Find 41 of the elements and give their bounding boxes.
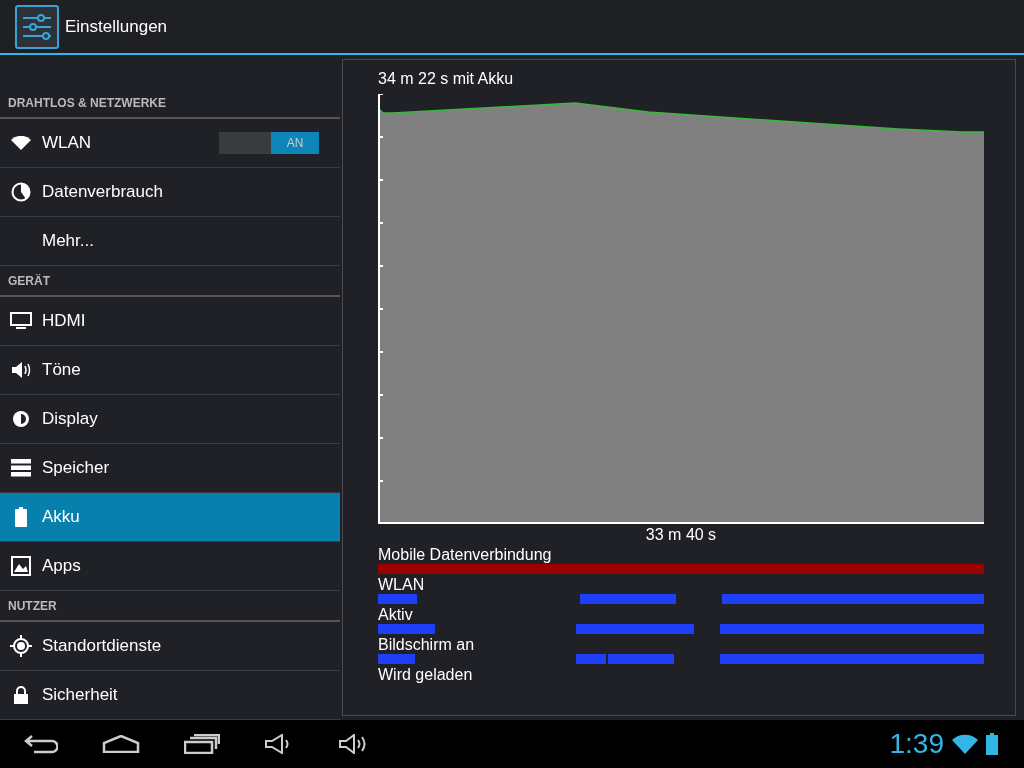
speaker-icon bbox=[10, 360, 32, 380]
brightness-icon bbox=[11, 409, 31, 429]
sidebar-item[interactable]: Akku bbox=[0, 493, 340, 542]
sidebar-item[interactable]: HDMI bbox=[0, 297, 340, 346]
sidebar-item[interactable]: Töne bbox=[0, 346, 340, 395]
timeline-label: Wird geladen bbox=[378, 666, 473, 684]
section-header: DRAHTLOS & NETZWERKE bbox=[0, 88, 340, 119]
screen-title: Einstellungen bbox=[65, 16, 168, 37]
clock: 1:39 bbox=[889, 728, 944, 760]
timeline-bar bbox=[378, 594, 417, 604]
sidebar-item[interactable]: WLAN AN bbox=[0, 119, 340, 168]
battery-icon bbox=[986, 733, 998, 755]
sliders-icon[interactable] bbox=[15, 4, 59, 49]
picture-icon bbox=[11, 556, 31, 576]
battery-duration: 34 m 22 s mit Akku bbox=[378, 70, 514, 89]
recent-apps-icon[interactable] bbox=[184, 734, 220, 754]
home-icon[interactable] bbox=[102, 735, 140, 753]
battery-icon bbox=[15, 507, 27, 527]
timeline-bar bbox=[378, 624, 435, 634]
wifi-icon bbox=[952, 734, 978, 754]
back-icon[interactable] bbox=[24, 734, 58, 754]
wifi-icon bbox=[11, 136, 31, 150]
timeline-label: Bildschirm an bbox=[378, 636, 475, 654]
timeline-label: WLAN bbox=[378, 576, 425, 594]
sidebar-item[interactable]: Apps bbox=[0, 542, 340, 591]
storage-icon bbox=[11, 459, 31, 477]
sidebar-item[interactable]: Mehr... bbox=[0, 217, 340, 266]
sidebar-item[interactable]: Standortdienste bbox=[0, 622, 340, 671]
volume-up-icon[interactable] bbox=[338, 734, 368, 754]
section-header: NUTZER bbox=[0, 591, 340, 622]
pie-chart-icon bbox=[11, 182, 31, 202]
elapsed-time: 33 m 40 s bbox=[645, 526, 717, 544]
lock-icon bbox=[14, 686, 28, 704]
timeline-label: Mobile Datenverbindung bbox=[378, 546, 552, 564]
sidebar-item[interactable]: Datenverbrauch bbox=[0, 168, 340, 217]
monitor-icon bbox=[10, 312, 32, 330]
section-header: GERÄT bbox=[0, 266, 340, 297]
timeline-bar bbox=[378, 654, 415, 664]
timeline-label: Aktiv bbox=[378, 606, 413, 624]
location-icon bbox=[10, 635, 32, 657]
sidebar-item[interactable]: Display bbox=[0, 395, 340, 444]
